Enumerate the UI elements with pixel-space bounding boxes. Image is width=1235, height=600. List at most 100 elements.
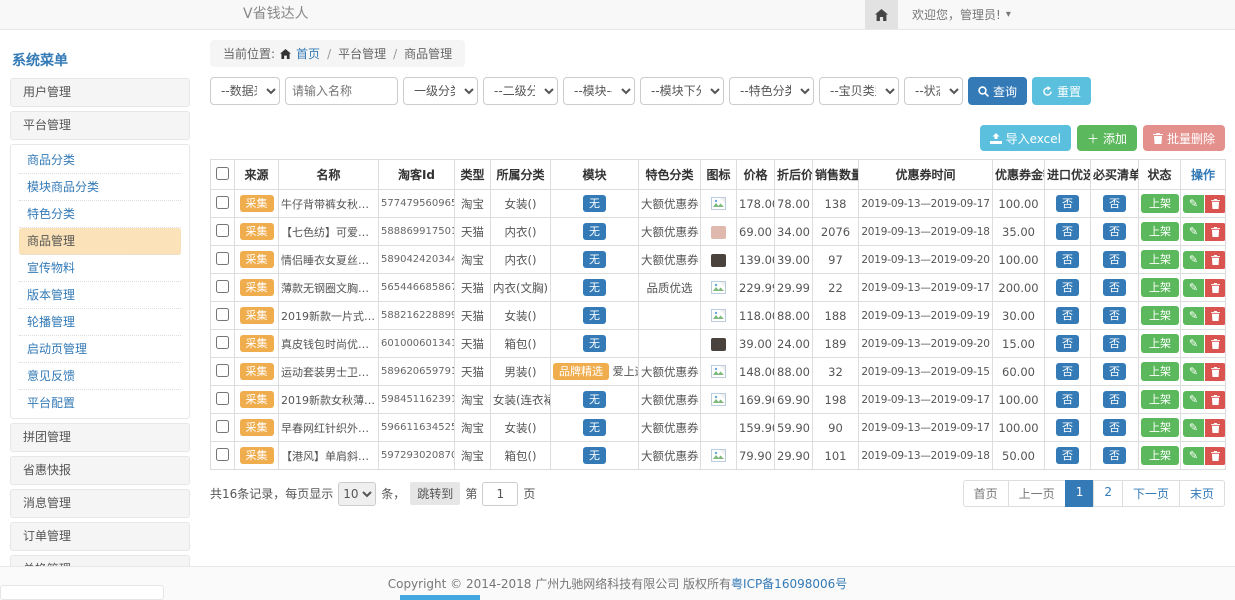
import-select-toggle[interactable]: 否 — [1056, 335, 1079, 352]
must-buy-toggle[interactable]: 否 — [1103, 447, 1126, 464]
sidebar-item-版本管理[interactable]: 版本管理 — [19, 282, 181, 309]
delete-button[interactable] — [1205, 335, 1226, 353]
select-all-checkbox[interactable] — [216, 167, 229, 180]
row-checkbox[interactable] — [216, 336, 229, 349]
row-checkbox[interactable] — [216, 364, 229, 377]
must-buy-toggle[interactable]: 否 — [1103, 363, 1126, 380]
edit-button[interactable]: ✎ — [1183, 419, 1204, 437]
must-buy-toggle[interactable]: 否 — [1103, 307, 1126, 324]
module-badge[interactable]: 无 — [583, 195, 606, 212]
sidebar-item-启动页管理[interactable]: 启动页管理 — [19, 336, 181, 363]
delete-button[interactable] — [1205, 391, 1226, 409]
row-checkbox[interactable] — [216, 280, 229, 293]
import-select-toggle[interactable]: 否 — [1056, 419, 1079, 436]
status-badge[interactable]: 上架 — [1141, 446, 1179, 465]
import-select-toggle[interactable]: 否 — [1056, 447, 1079, 464]
sidebar-section-拼团管理[interactable]: 拼团管理 — [10, 423, 190, 452]
module-badge[interactable]: 无 — [583, 279, 606, 296]
sidebar-section-平台管理[interactable]: 平台管理 — [10, 111, 190, 140]
sidebar-item-商品分类[interactable]: 商品分类 — [19, 147, 181, 174]
import-select-toggle[interactable]: 否 — [1056, 363, 1079, 380]
import-excel-button[interactable]: 导入excel — [980, 125, 1071, 151]
must-buy-toggle[interactable]: 否 — [1103, 279, 1126, 296]
page-number-input[interactable] — [482, 482, 518, 506]
page-link-1[interactable]: 1 — [1065, 480, 1095, 507]
module-badge[interactable]: 无 — [583, 307, 606, 324]
sidebar-item-商品管理[interactable]: 商品管理 — [19, 228, 181, 255]
icp-link[interactable]: 粤ICP备16098006号 — [731, 575, 847, 592]
row-checkbox[interactable] — [216, 224, 229, 237]
must-buy-toggle[interactable]: 否 — [1103, 391, 1126, 408]
must-buy-toggle[interactable]: 否 — [1103, 195, 1126, 212]
per-page-select[interactable]: 10 — [338, 482, 376, 506]
import-select-toggle[interactable]: 否 — [1056, 223, 1079, 240]
row-checkbox[interactable] — [216, 420, 229, 433]
status-badge[interactable]: 上架 — [1141, 418, 1179, 437]
sidebar-item-意见反馈[interactable]: 意见反馈 — [19, 363, 181, 390]
breadcrumb-home-link[interactable]: 首页 — [296, 45, 320, 62]
jump-button[interactable]: 跳转到 — [410, 482, 460, 505]
delete-button[interactable] — [1205, 419, 1226, 437]
sidebar-section-用户管理[interactable]: 用户管理 — [10, 78, 190, 107]
status-badge[interactable]: 上架 — [1141, 334, 1179, 353]
sidebar-item-平台配置[interactable]: 平台配置 — [19, 390, 181, 416]
edit-button[interactable]: ✎ — [1183, 307, 1204, 325]
status-badge[interactable]: 上架 — [1141, 362, 1179, 381]
edit-button[interactable]: ✎ — [1183, 391, 1204, 409]
import-select-toggle[interactable]: 否 — [1056, 307, 1079, 324]
search-button[interactable]: 查询 — [968, 77, 1027, 105]
must-buy-toggle[interactable]: 否 — [1103, 335, 1126, 352]
page-link-下一页[interactable]: 下一页 — [1122, 480, 1180, 507]
delete-button[interactable] — [1205, 447, 1226, 465]
page-link-末页[interactable]: 末页 — [1179, 480, 1225, 507]
filter-select-一级分类[interactable]: 一级分类 — [403, 77, 478, 105]
delete-button[interactable] — [1205, 195, 1226, 213]
sidebar-section-订单管理[interactable]: 订单管理 — [10, 522, 190, 551]
module-badge[interactable]: 无 — [583, 391, 606, 408]
edit-button[interactable]: ✎ — [1183, 363, 1204, 381]
filter-select-模块[interactable]: --模块-- — [563, 77, 635, 105]
filter-select-宝贝类型[interactable]: --宝贝类型-- — [819, 77, 899, 105]
delete-button[interactable] — [1205, 279, 1226, 297]
sidebar-item-特色分类[interactable]: 特色分类 — [19, 201, 181, 228]
delete-button[interactable] — [1205, 223, 1226, 241]
sidebar-section-消息管理[interactable]: 消息管理 — [10, 489, 190, 518]
edit-button[interactable]: ✎ — [1183, 223, 1204, 241]
add-button[interactable]: ＋ 添加 — [1077, 125, 1137, 151]
filter-select-数据来源[interactable]: --数据来源-- — [210, 77, 280, 105]
scrollbar-fragment[interactable] — [400, 595, 480, 600]
module-badge[interactable]: 无 — [583, 419, 606, 436]
edit-button[interactable]: ✎ — [1183, 195, 1204, 213]
edit-button[interactable]: ✎ — [1183, 335, 1204, 353]
module-badge[interactable]: 无 — [583, 447, 606, 464]
sidebar-section-省惠快报[interactable]: 省惠快报 — [10, 456, 190, 485]
module-badge[interactable]: 无 — [583, 223, 606, 240]
status-badge[interactable]: 上架 — [1141, 194, 1179, 213]
name-search-input[interactable] — [285, 77, 398, 105]
sidebar-item-轮播管理[interactable]: 轮播管理 — [19, 309, 181, 336]
must-buy-toggle[interactable]: 否 — [1103, 223, 1126, 240]
must-buy-toggle[interactable]: 否 — [1103, 251, 1126, 268]
user-menu[interactable]: 欢迎您，管理员! ▾ — [912, 6, 1011, 23]
status-badge[interactable]: 上架 — [1141, 222, 1179, 241]
batch-delete-button[interactable]: 批量删除 — [1143, 125, 1225, 151]
row-checkbox[interactable] — [216, 308, 229, 321]
module-badge[interactable]: 无 — [583, 335, 606, 352]
must-buy-toggle[interactable]: 否 — [1103, 419, 1126, 436]
row-checkbox[interactable] — [216, 448, 229, 461]
module-badge[interactable]: 无 — [583, 251, 606, 268]
status-badge[interactable]: 上架 — [1141, 306, 1179, 325]
page-link-上一页[interactable]: 上一页 — [1008, 480, 1066, 507]
status-badge[interactable]: 上架 — [1141, 250, 1179, 269]
home-button[interactable] — [865, 0, 898, 29]
filter-select-特色分类[interactable]: --特色分类-- — [729, 77, 814, 105]
row-checkbox[interactable] — [216, 196, 229, 209]
edit-button[interactable]: ✎ — [1183, 279, 1204, 297]
filter-select-二级分类[interactable]: --二级分类-- — [483, 77, 558, 105]
delete-button[interactable] — [1205, 251, 1226, 269]
status-badge[interactable]: 上架 — [1141, 278, 1179, 297]
edit-button[interactable]: ✎ — [1183, 251, 1204, 269]
import-select-toggle[interactable]: 否 — [1056, 195, 1079, 212]
delete-button[interactable] — [1205, 307, 1226, 325]
reset-button[interactable]: 重置 — [1032, 77, 1091, 105]
